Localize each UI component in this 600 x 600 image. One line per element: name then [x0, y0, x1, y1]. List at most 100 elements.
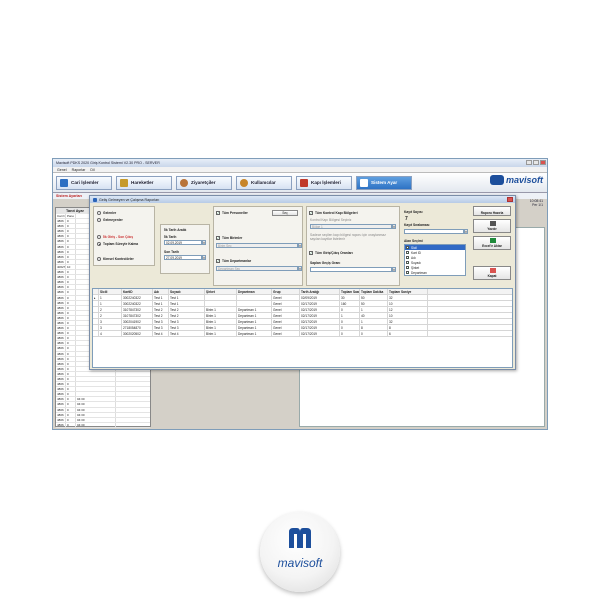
- column-header[interactable]: Toplam Dakika: [360, 289, 388, 294]
- list-cell: 4806: [56, 377, 66, 382]
- column-header[interactable]: Grup: [272, 289, 300, 294]
- record-sort-dropdown[interactable]: ▾: [464, 229, 468, 234]
- list-cell: 0: [66, 402, 76, 407]
- door-select[interactable]: Bölge 1: [310, 224, 392, 229]
- menu-dil[interactable]: Dil: [90, 168, 94, 172]
- table-cell: Test 2: [169, 307, 205, 312]
- table-cell: 02/17/2019: [300, 331, 340, 336]
- table-cell: 3: [99, 319, 122, 324]
- all-shift-label: Tüm Giriş/Çıkış Oranları: [315, 251, 353, 255]
- toolbar-hareketler-button[interactable]: Hareketler: [116, 175, 172, 190]
- report-dialog: Geliş Gelmeyen ve Çalışma Raporları Gele…: [89, 195, 516, 370]
- column-header[interactable]: Soyadı: [169, 289, 205, 294]
- unit-dropdown[interactable]: ▾: [298, 243, 302, 248]
- radio-gelmeyenler[interactable]: [97, 218, 101, 222]
- department-dropdown[interactable]: ▾: [298, 266, 302, 271]
- list-cell: 0: [66, 239, 76, 244]
- prepare-report-button[interactable]: Raporu Hazırla: [473, 206, 511, 216]
- door-dropdown[interactable]: ▾: [392, 224, 396, 229]
- left-column-header[interactable]: Pano No: [66, 214, 76, 219]
- close-button[interactable]: [540, 160, 546, 165]
- table-cell: [237, 301, 272, 306]
- fields-listbox[interactable]: ✓ Sicil ✓ Kart ID ✓ Adı ✓ Soyadı ✓ Şirket ✓ De…: [404, 244, 466, 276]
- column-header[interactable]: Tarih Aralığı: [300, 289, 340, 294]
- list-cell: 4806: [56, 244, 66, 249]
- radio-gelenler[interactable]: [97, 211, 101, 215]
- table-row[interactable]: 4 3002020502 Test 4 Test 4 Birim 1 Departman …: [93, 331, 512, 337]
- list-cell: 04:30: [76, 417, 116, 422]
- button-label: Yazdır: [487, 227, 497, 231]
- all-units-checkbox[interactable]: ✓: [216, 236, 220, 240]
- table-body: ▸ 1 3002240322 Test 1 Test 1 Genel 02/09/2019 3…: [93, 295, 512, 337]
- all-departments-checkbox[interactable]: ✓: [216, 259, 220, 263]
- table-cell: Test 4: [153, 331, 169, 336]
- in-out-order-select[interactable]: [310, 267, 392, 272]
- radio-kimsel[interactable]: [97, 257, 101, 261]
- toolbar-cari-button[interactable]: Cari İşlemler: [56, 175, 112, 190]
- table-cell: 1: [360, 307, 388, 312]
- list-cell: 0: [66, 315, 76, 320]
- radio-toplam-sure[interactable]: [97, 242, 101, 246]
- export-excel-button[interactable]: Excel'e Aktar: [473, 236, 511, 250]
- list-item[interactable]: 4806 0 04:30: [56, 422, 150, 428]
- table-cell: Test 1: [169, 295, 205, 300]
- select-staff-button[interactable]: Seç: [272, 210, 298, 216]
- field-item[interactable]: ✓ Departman: [405, 270, 465, 275]
- unit-select[interactable]: Birim Seç: [216, 243, 298, 248]
- all-staff-label: Tüm Personeller: [222, 211, 248, 215]
- start-date-input[interactable]: 02.09.2019: [164, 240, 202, 245]
- list-cell: 4806: [56, 300, 66, 305]
- record-count-value: 7: [405, 216, 408, 222]
- table-cell: Birim 1: [205, 331, 237, 336]
- end-date-input[interactable]: 27.09.2019: [164, 255, 202, 260]
- column-header[interactable]: Toplam Saat: [340, 289, 360, 294]
- table-cell: 0: [360, 331, 388, 336]
- excel-icon: [490, 238, 496, 243]
- list-cell: 4806: [56, 254, 66, 259]
- start-date-dropdown[interactable]: ▾: [202, 240, 206, 245]
- radio-ilk-son[interactable]: [97, 235, 101, 239]
- column-header[interactable]: Departman: [237, 289, 272, 294]
- menu-genel[interactable]: Genel: [57, 168, 67, 172]
- toolbar-label: Hareketler: [131, 180, 154, 185]
- left-column-header[interactable]: Cari No: [56, 214, 66, 219]
- toolbar-kullanicilar-button[interactable]: Kullanıcılar: [236, 175, 292, 190]
- list-cell: 4806: [56, 305, 66, 310]
- menu-raporlar[interactable]: Raporlar: [72, 168, 86, 172]
- in-out-order-dropdown[interactable]: ▾: [392, 267, 396, 272]
- list-cell: 0: [66, 412, 76, 417]
- list-cell: 04:30: [76, 412, 116, 417]
- table-cell: 30: [340, 295, 360, 300]
- all-staff-checkbox[interactable]: ✓: [216, 211, 220, 215]
- list-cell: 0: [66, 341, 76, 346]
- list-cell: [76, 387, 116, 392]
- end-date-dropdown[interactable]: ▾: [202, 255, 206, 260]
- list-cell: 4806: [56, 219, 66, 224]
- record-sort-select[interactable]: [404, 229, 464, 234]
- column-header[interactable]: Toplam Saniye: [388, 289, 428, 294]
- print-button[interactable]: Yazdır: [473, 219, 511, 233]
- column-header[interactable]: Şirket: [205, 289, 237, 294]
- column-header[interactable]: KartID: [122, 289, 153, 294]
- column-header[interactable]: Adı: [153, 289, 169, 294]
- all-doors-checkbox[interactable]: ✓: [309, 211, 313, 215]
- close-dialog-button[interactable]: Kapat: [473, 266, 511, 280]
- fields-label: Alan Seçimi: [404, 239, 423, 243]
- all-departments-label: Tüm Departmanlar: [222, 259, 252, 263]
- clock-day: Per 1/1: [532, 203, 543, 207]
- table-cell: 6: [388, 331, 428, 336]
- dialog-close-button[interactable]: [507, 197, 513, 202]
- list-cell: 0: [66, 305, 76, 310]
- toolbar-kapi-button[interactable]: Kapı İşlemleri: [296, 175, 352, 190]
- department-select[interactable]: Departman Seç: [216, 266, 298, 271]
- maximize-button[interactable]: [533, 160, 539, 165]
- check-icon: ✓: [406, 246, 410, 250]
- table-cell: [205, 301, 237, 306]
- all-doors-label: Tüm Kontrol Kapı Bölgeleri: [315, 211, 358, 215]
- list-cell: 4806: [56, 229, 66, 234]
- all-shift-checkbox[interactable]: ✓: [309, 251, 313, 255]
- column-header[interactable]: Sicili: [99, 289, 122, 294]
- minimize-button[interactable]: [526, 160, 532, 165]
- toolbar-sistem-button[interactable]: Sistem Ayar: [356, 175, 412, 190]
- toolbar-ziyaretciler-button[interactable]: Ziyaretçiler: [176, 175, 232, 190]
